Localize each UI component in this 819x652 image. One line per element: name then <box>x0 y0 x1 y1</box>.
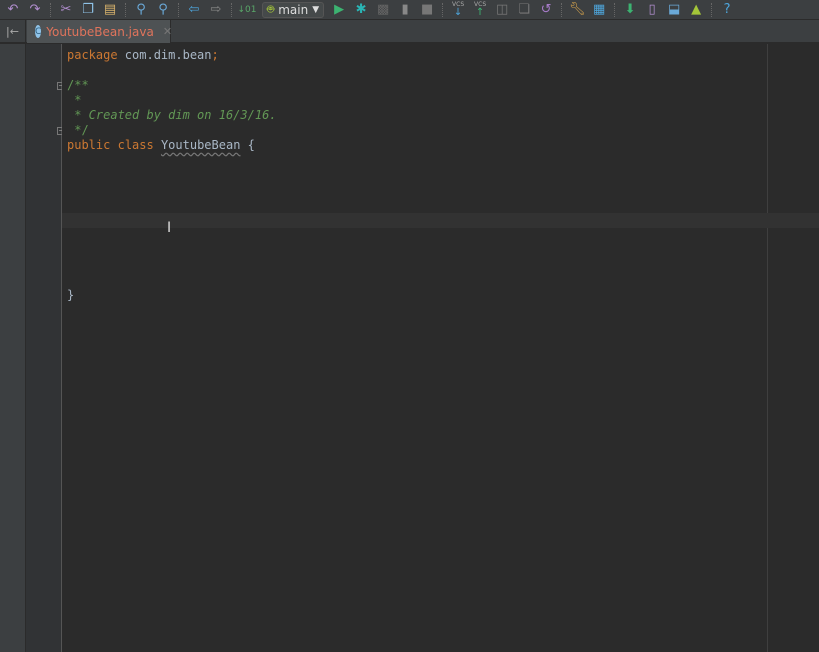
vcs-commit-icon[interactable]: VCS ↑ <box>469 1 491 19</box>
undo-icon[interactable]: ↶ <box>2 1 24 19</box>
toolbar-separator <box>178 2 179 17</box>
code-line: package com.dim.bean; <box>67 48 219 63</box>
toolbar-separator <box>614 2 616 17</box>
toolbar-separator <box>561 2 563 17</box>
run-icon[interactable]: ▶ <box>328 1 350 19</box>
comment-line: * <box>67 93 82 107</box>
revert-icon[interactable]: ↺ <box>535 1 557 19</box>
run-configuration-dropdown[interactable]: 🤖︎ main ▼ <box>262 1 325 18</box>
toolbar-separator <box>231 2 232 17</box>
text-cursor-icon: I <box>167 220 172 236</box>
attach-debugger-icon[interactable]: ▮ <box>394 1 416 19</box>
comment-line: * Created by dim on 16/3/16. <box>67 108 277 122</box>
sdk-manager-icon[interactable]: ⬓ <box>663 1 685 19</box>
class-name: YoutubeBean <box>160 138 241 152</box>
copy-icon[interactable]: ❐ <box>77 1 99 19</box>
keyword: public <box>67 138 111 152</box>
editor-tab-bar: |← C YoutubeBean.java ✕ <box>0 20 819 43</box>
toolbar-separator <box>711 2 713 17</box>
history-icon[interactable]: ❏ <box>513 1 535 19</box>
cut-icon[interactable]: ✂ <box>55 1 77 19</box>
comment-line: /** <box>67 78 89 92</box>
back-icon[interactable]: ⇦ <box>183 1 205 19</box>
tool-window-strip <box>0 44 26 652</box>
paste-icon[interactable]: ▤ <box>99 1 121 19</box>
toolbar-separator <box>125 2 126 17</box>
hide-tool-windows-icon[interactable]: |← <box>0 20 26 43</box>
main-toolbar: ↶ ↷ ✂ ❐ ▤ ⚲ ⚲ ⇦ ⇨ ↓01 🤖︎ main ▼ ▶ ✱ ▩ ▮ … <box>0 0 819 20</box>
project-structure-icon[interactable]: ▦ <box>588 1 610 19</box>
tab-youtubebean-java[interactable]: C YoutubeBean.java ✕ <box>27 20 172 43</box>
android-icon: 🤖︎ <box>267 2 275 16</box>
code-editor[interactable]: package com.dim.bean; /** * * Created by… <box>62 44 819 652</box>
vcs-update-icon[interactable]: VCS ↓ <box>447 1 469 19</box>
sync-gradle-icon[interactable]: ⬇ <box>619 1 641 19</box>
coverage-icon[interactable]: ▩ <box>372 1 394 19</box>
replace-icon[interactable]: ⚲ <box>152 1 174 19</box>
compare-icon[interactable]: ◫ <box>491 1 513 19</box>
arrow-down-icon: ↓ <box>453 7 463 18</box>
settings-icon[interactable]: 🔧︎ <box>566 1 588 19</box>
help-icon[interactable]: ? <box>716 1 738 19</box>
right-margin-guide <box>767 44 768 652</box>
chevron-down-icon: ▼ <box>312 4 320 15</box>
semicolon: ; <box>211 48 219 62</box>
toolbar-separator <box>442 2 444 17</box>
comment-line: */ <box>67 123 89 137</box>
avd-manager-icon[interactable]: ▯ <box>641 1 663 19</box>
keyword: package <box>67 48 118 62</box>
redo-icon[interactable]: ↷ <box>24 1 46 19</box>
class-icon: C <box>35 25 42 38</box>
stop-icon[interactable]: ■ <box>416 1 438 19</box>
make-icon[interactable]: ↓01 <box>236 1 258 19</box>
current-line-highlight <box>62 213 819 228</box>
toolbar-separator <box>50 2 51 17</box>
brace: { <box>240 138 255 152</box>
run-config-label: main <box>278 2 309 17</box>
find-icon[interactable]: ⚲ <box>130 1 152 19</box>
debug-icon[interactable]: ✱ <box>350 1 372 19</box>
arrow-up-icon: ↑ <box>475 7 485 18</box>
code-line: } <box>67 288 75 302</box>
close-tab-icon[interactable]: ✕ <box>163 25 172 38</box>
code-line: public class YoutubeBean { <box>67 138 255 153</box>
forward-icon[interactable]: ⇨ <box>205 1 227 19</box>
android-monitor-icon[interactable]: ▲ <box>685 1 707 19</box>
tab-label: YoutubeBean.java <box>46 24 154 39</box>
editor-gutter: − − <box>26 44 65 652</box>
keyword: class <box>117 138 154 152</box>
package-name: com.dim.bean <box>117 48 212 62</box>
